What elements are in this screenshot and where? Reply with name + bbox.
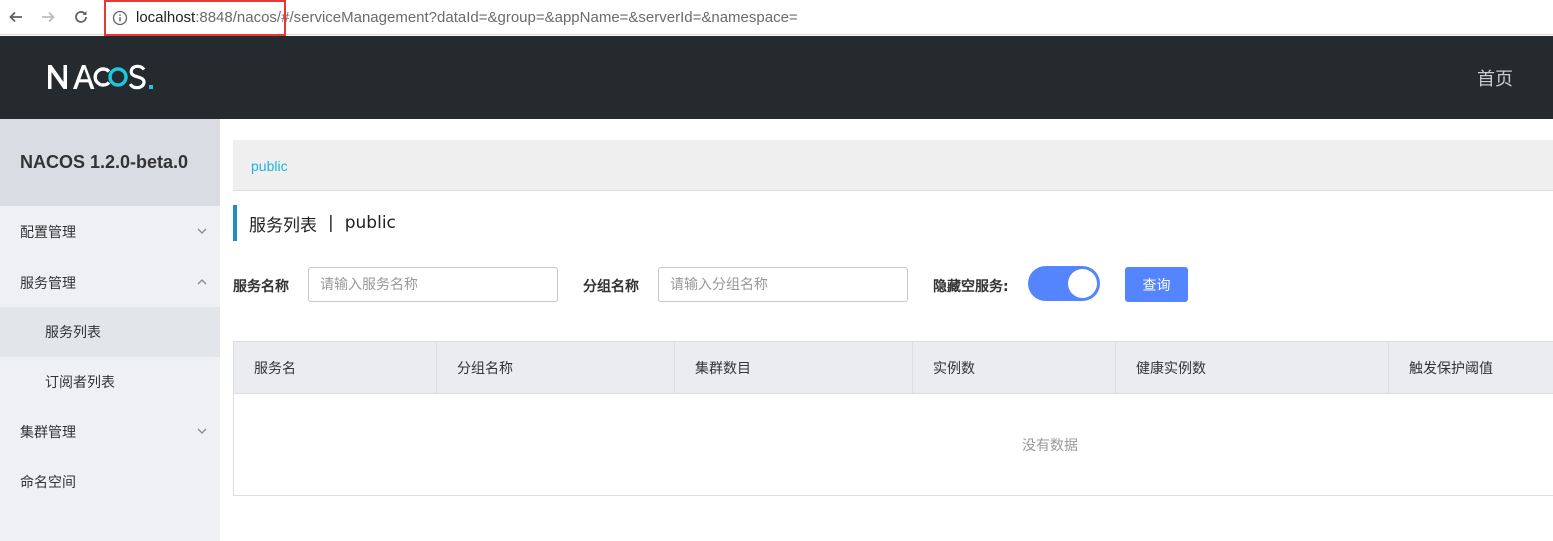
column-header-protect-threshold[interactable]: 触发保护阈值 [1389, 342, 1553, 394]
reload-icon[interactable] [71, 7, 91, 27]
chevron-down-icon [197, 428, 207, 434]
group-name-label: 分组名称 [583, 279, 639, 295]
chevron-up-icon [197, 279, 207, 285]
address-bar[interactable]: localhost:8848/nacos/#/serviceManagement… [105, 0, 798, 35]
table-header: 服务名 分组名称 集群数目 实例数 健康实例数 触发保护阈值 [234, 342, 1553, 394]
nacos-logo [48, 64, 153, 90]
chevron-down-icon [197, 228, 207, 234]
top-header: 首页 [0, 36, 1553, 119]
service-name-label: 服务名称 [233, 279, 289, 295]
back-arrow-icon[interactable] [6, 7, 26, 27]
url-path: :8848/nacos/#/serviceManagement?dataId=&… [195, 9, 798, 26]
sidebar-item-subscriber-list[interactable]: 订阅者列表 [0, 357, 220, 407]
namespace-bar: public [233, 140, 1553, 191]
sidebar-item-label: 服务列表 [45, 325, 101, 341]
column-header-service-name[interactable]: 服务名 [234, 342, 437, 394]
version-label: NACOS 1.2.0-beta.0 [0, 119, 220, 206]
page-title: 服务列表 | public [233, 205, 396, 241]
page-title-text: 服务列表 [249, 215, 317, 236]
sidebar-item-service-management[interactable]: 服务管理 [0, 258, 220, 308]
sidebar-item-label: 命名空间 [20, 475, 76, 491]
home-link[interactable]: 首页 [1477, 65, 1513, 91]
forward-arrow-icon[interactable] [38, 7, 58, 27]
url-host: localhost [136, 9, 196, 26]
sidebar-item-namespace[interactable]: 命名空间 [0, 457, 220, 507]
column-header-healthy-instance-count[interactable]: 健康实例数 [1116, 342, 1389, 394]
browser-toolbar: localhost:8848/nacos/#/serviceManagement… [0, 0, 1553, 36]
sidebar: NACOS 1.2.0-beta.0 配置管理 服务管理 服务列表 订阅者列表 … [0, 119, 220, 541]
toggle-knob [1068, 269, 1097, 298]
title-separator: | [328, 213, 334, 233]
sidebar-item-config-management[interactable]: 配置管理 [0, 207, 220, 257]
empty-state: 没有数据 [1022, 437, 1078, 454]
column-header-instance-count[interactable]: 实例数 [913, 342, 1116, 394]
query-button[interactable]: 查询 [1125, 267, 1188, 302]
hide-empty-toggle[interactable] [1028, 266, 1100, 301]
sidebar-item-cluster-management[interactable]: 集群管理 [0, 407, 220, 457]
info-icon[interactable] [112, 10, 128, 26]
sidebar-item-label: 订阅者列表 [45, 375, 115, 391]
sidebar-item-service-list[interactable]: 服务列表 [0, 307, 220, 357]
service-table: 服务名 分组名称 集群数目 实例数 健康实例数 触发保护阈值 没有数据 [233, 341, 1553, 496]
main-content: public 服务列表 | public 服务名称 分组名称 隐藏空服务: 查询… [220, 119, 1553, 541]
page-title-namespace: public [344, 213, 396, 233]
namespace-link-public[interactable]: public [251, 158, 288, 174]
column-header-group-name[interactable]: 分组名称 [437, 342, 675, 394]
sidebar-item-label: 服务管理 [20, 276, 76, 292]
hide-empty-label: 隐藏空服务: [933, 279, 1009, 295]
service-name-input[interactable] [308, 267, 558, 302]
sidebar-item-label: 集群管理 [20, 425, 76, 441]
group-name-input[interactable] [658, 267, 908, 302]
sidebar-item-label: 配置管理 [20, 225, 76, 241]
column-header-cluster-count[interactable]: 集群数目 [675, 342, 913, 394]
